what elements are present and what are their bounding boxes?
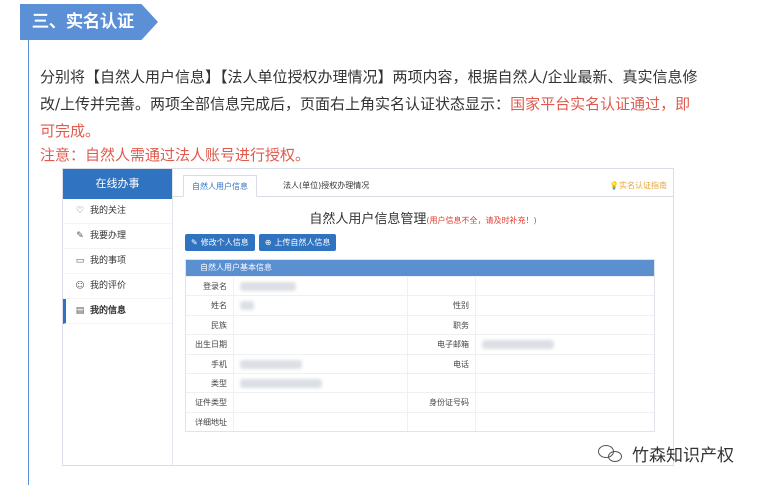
sidebar-item-label: 我的信息 (90, 305, 127, 316)
table-row: 类型 (186, 372, 654, 393)
upload-icon: ⊕ (264, 238, 272, 247)
sidebar-item-label: 我的评价 (90, 280, 127, 291)
table-row: 证件类型 身份证号码 (186, 392, 654, 412)
table-row: 出生日期 电子邮箱 (186, 334, 654, 354)
field-label: 登录名 (186, 277, 234, 296)
field-label: 类型 (186, 373, 234, 393)
table-row: 民族 职务 (186, 314, 654, 335)
edit-info-button[interactable]: ✎ 修改个人信息 (185, 234, 255, 251)
field-label: 电话 (408, 354, 476, 373)
sidebar-item-label: 我的关注 (90, 205, 127, 216)
tab-legal-authorization[interactable]: 法人(单位)授权办理情况 (275, 175, 377, 197)
tab-bar: 自然人用户信息 法人(单位)授权办理情况 💡实名认证指南 (173, 175, 673, 197)
wechat-icon (598, 443, 626, 465)
tab-natural-person-info[interactable]: 自然人用户信息 (183, 175, 257, 197)
field-label (408, 373, 476, 393)
redacted-value (240, 282, 296, 291)
field-label: 民族 (186, 315, 234, 335)
sidebar-item-my-info[interactable]: ▤ 我的信息 (63, 299, 172, 324)
field-value (476, 413, 654, 431)
guide-label: 实名认证指南 (619, 181, 667, 190)
field-value (234, 335, 408, 354)
table-row: 登录名 (186, 276, 654, 296)
table-header: 自然人用户基本信息 (186, 260, 654, 276)
table-row: 手机 电话 (186, 353, 654, 373)
field-label: 详细地址 (186, 412, 234, 432)
info-incomplete-warning: (用户信息不全，请及时补充！) (426, 216, 537, 225)
table-row: 姓名 性别 (186, 295, 654, 315)
field-value (476, 277, 654, 295)
section-title: 三、实名认证 (20, 4, 158, 40)
heart-icon: ♡ (75, 205, 85, 216)
left-accent-rule (28, 30, 29, 485)
basic-info-table: 自然人用户基本信息 登录名 姓名 性别 民族 职务 出生日期 电子邮箱 手机 电… (185, 259, 655, 433)
field-label: 性别 (408, 296, 476, 315)
edit-info-label: 修改个人信息 (200, 238, 249, 247)
redacted-value (482, 340, 554, 350)
redacted-value (240, 378, 322, 388)
edit-icon: ✎ (191, 238, 198, 247)
field-value (476, 316, 654, 334)
sidebar-item-label: 我的事项 (90, 255, 127, 266)
redacted-value (240, 301, 254, 311)
field-value (234, 412, 408, 432)
embedded-screenshot: 在线办事 ♡ 我的关注 ✎ 我要办理 ▭ 我的事项 ☺ 我的评价 ▤ 我的信息 … (62, 168, 674, 466)
field-label: 姓名 (186, 296, 234, 315)
field-value (234, 393, 408, 412)
field-label (408, 277, 476, 296)
folder-icon: ▭ (75, 255, 85, 266)
card-icon: ▤ (75, 305, 85, 316)
field-label: 手机 (186, 354, 234, 373)
upload-info-label: 上传自然人信息 (274, 238, 331, 247)
field-value (234, 315, 408, 335)
field-value-redacted (234, 296, 408, 315)
field-value (476, 393, 654, 411)
field-value-redacted (476, 335, 654, 353)
watermark: 竹森知识产权 (598, 441, 734, 466)
sidebar-item-follow[interactable]: ♡ 我的关注 (63, 199, 172, 224)
action-buttons: ✎ 修改个人信息 ⊕ 上传自然人信息 (185, 234, 673, 251)
field-label: 出生日期 (186, 335, 234, 354)
field-value (476, 355, 654, 373)
table-row: 详细地址 (186, 411, 654, 432)
field-label: 职务 (408, 315, 476, 335)
field-value-redacted (234, 373, 408, 393)
intro-paragraph: 分别将【自然人用户信息】【法人单位授权办理情况】两项内容，根据自然人/企业最新、… (40, 64, 700, 145)
bulb-icon: 💡 (609, 181, 619, 190)
sidebar: 在线办事 ♡ 我的关注 ✎ 我要办理 ▭ 我的事项 ☺ 我的评价 ▤ 我的信息 (63, 169, 173, 465)
watermark-text: 竹森知识产权 (632, 446, 734, 466)
field-value-redacted (234, 354, 408, 373)
sidebar-title: 在线办事 (63, 169, 172, 199)
sidebar-item-apply[interactable]: ✎ 我要办理 (63, 224, 172, 249)
redacted-value (240, 359, 302, 369)
page-title-text: 自然人用户信息管理 (309, 212, 427, 227)
realname-guide-link[interactable]: 💡实名认证指南 (609, 175, 667, 197)
field-label: 证件类型 (186, 393, 234, 412)
sidebar-item-matters[interactable]: ▭ 我的事项 (63, 249, 172, 274)
upload-info-button[interactable]: ⊕ 上传自然人信息 (258, 234, 337, 251)
sidebar-item-label: 我要办理 (90, 230, 127, 241)
field-label: 身份证号码 (408, 393, 476, 412)
page-title: 自然人用户信息管理(用户信息不全，请及时补充！) (173, 208, 673, 227)
field-value (476, 374, 654, 392)
sidebar-item-reviews[interactable]: ☺ 我的评价 (63, 274, 172, 299)
field-label: 电子邮箱 (408, 335, 476, 354)
field-value (476, 296, 654, 314)
pencil-icon: ✎ (76, 230, 84, 241)
note-text: 注意：自然人需通过法人账号进行授权。 (40, 146, 311, 164)
main-panel: 自然人用户信息 法人(单位)授权办理情况 💡实名认证指南 自然人用户信息管理(用… (173, 169, 673, 465)
field-label (408, 412, 476, 432)
smile-icon: ☺ (75, 280, 85, 291)
field-value-redacted (234, 277, 408, 296)
